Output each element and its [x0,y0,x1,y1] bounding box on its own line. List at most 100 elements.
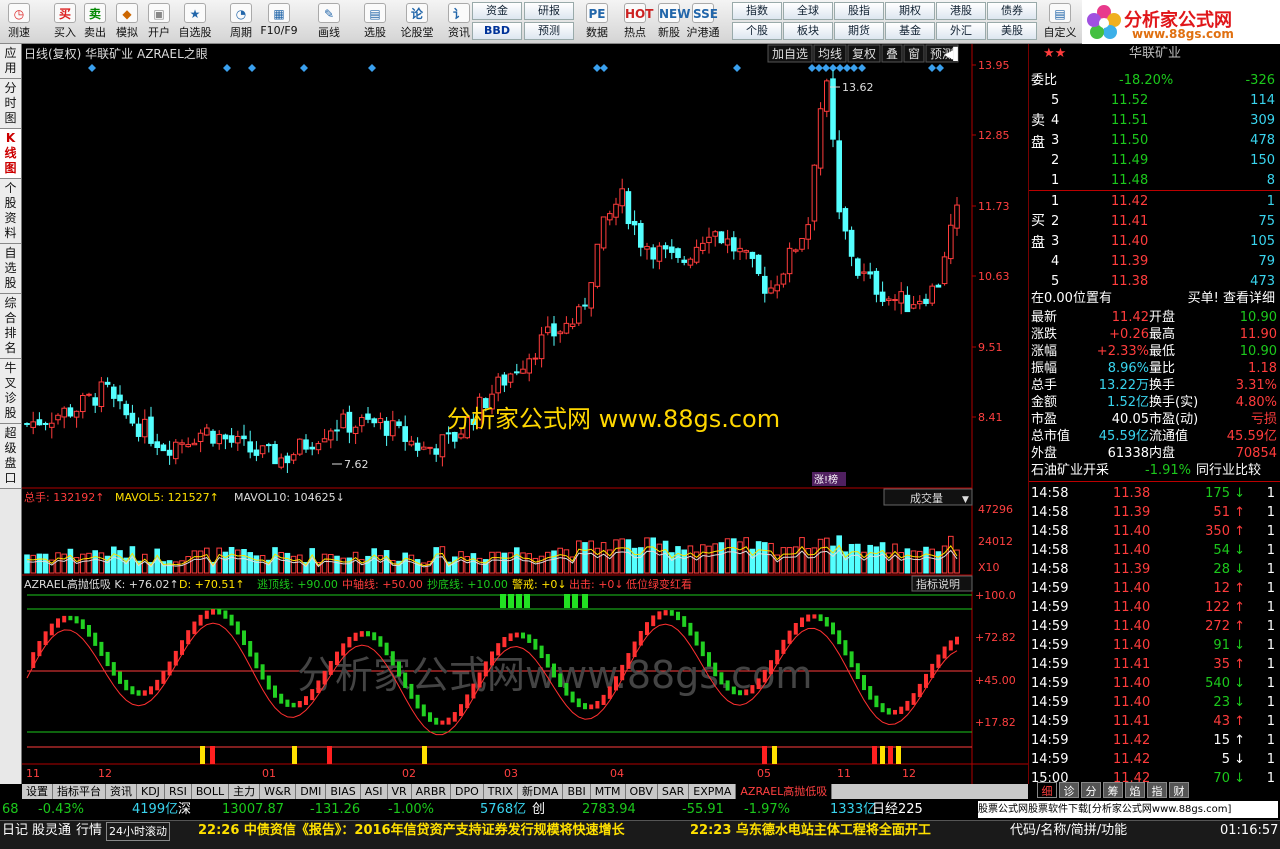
toolbar-grid1-0[interactable]: 资金 [472,2,522,20]
toolbar-button-16[interactable]: ▤ 自定义 [1040,2,1080,42]
left-tab-7[interactable]: 超级盘口 [0,424,21,489]
left-tab-5[interactable]: 综合排名 [0,294,21,359]
toolbar-grid2-5[interactable]: 债券 [987,2,1037,20]
toolbar-grid2-1[interactable]: 全球 [783,2,833,20]
toolbar-grid2-4[interactable]: 港股 [936,2,986,20]
toolbar-icon-2: 卖 [84,3,106,23]
toolbar-grid1-2[interactable]: BBD [472,22,522,40]
news-item-3[interactable]: 24小时滚动 [106,822,170,841]
toolbar-button-5[interactable]: ★ 自选股 [176,2,214,42]
indicator-tab-10[interactable]: ASI [361,784,388,799]
quote-tab-2[interactable]: 分 [1081,782,1101,798]
quote-tab-3[interactable]: 筹 [1103,782,1123,798]
toolbar-grid2-6[interactable]: 个股 [732,22,782,40]
indicator-tab-19[interactable]: SAR [658,784,690,799]
indicator-tab-0[interactable]: 设置 [22,784,53,799]
toolbar-grid1-1[interactable]: 研报 [524,2,574,20]
toolbar-grid1-3[interactable]: 预测 [524,22,574,40]
price-axis-label: 11.73 [978,200,1010,213]
vol-legend-2: MAVOL10: 104625↓ [234,491,345,504]
candle-body [861,271,867,274]
signal-diamond [850,64,858,72]
indicator-tab-17[interactable]: MTM [591,784,626,799]
indicator-tab-2[interactable]: 资讯 [106,784,137,799]
indicator-tab-8[interactable]: DMI [296,784,327,799]
indicator-tab-4[interactable]: RSI [165,784,192,799]
left-tab-1[interactable]: 分时图 [0,79,21,129]
news-item-7[interactable]: 01:16:57 [1220,822,1278,839]
left-tab-6[interactable]: 牛叉诊股 [0,359,21,424]
toolbar-button-10[interactable]: 论论股堂 [398,2,436,42]
position-row: 在0.00位置有 买单! 查看详细 [1029,289,1280,308]
toolbar-button-0[interactable]: ◷ 测速 [0,2,38,42]
left-tab-3[interactable]: 个股资料 [0,179,21,244]
indicator-tab-14[interactable]: TRIX [484,784,518,799]
oscillator-bar [217,609,222,615]
indicator-tab-18[interactable]: OBV [626,784,658,799]
indicator-tab-1[interactable]: 指标平台 [53,784,106,799]
toolbar-grid2-0[interactable]: 指数 [732,2,782,20]
oscillator-bar [682,616,687,627]
toolbar-button-12[interactable]: PE 数据 [578,2,616,42]
indicator-tab-13[interactable]: DPO [451,784,484,799]
oscillator-bar [403,672,408,688]
candle-body [297,438,303,455]
left-tab-0[interactable]: 应用 [0,44,21,79]
indicator-tab-11[interactable]: VR [388,784,412,799]
news-item-5[interactable]: 22:23 乌东德水电站主体工程将全面开工 [690,822,931,839]
toolbar-button-6[interactable]: ◔ 周期 [222,2,260,42]
indicator-tab-9[interactable]: BIAS [326,784,361,799]
news-item-2[interactable]: 行情 [76,822,102,839]
news-item-0[interactable]: 日记 [2,822,28,839]
quote-tab-6[interactable]: 财 [1169,782,1189,798]
cell: 14:59 [1031,733,1069,748]
left-tab-4[interactable]: 自选股 [0,244,21,294]
toolbar-grid2-2[interactable]: 股指 [834,2,884,20]
indicator-tab-15[interactable]: 新DMA [518,784,564,799]
oscillator-bar [136,690,141,696]
cell: 11.40 [1113,619,1151,634]
news-item-4[interactable]: 22:26 中债资信《报告》：2016年信贷资产支持证券发行规模将快速增长 [198,822,625,839]
oscillator-bar [508,633,513,642]
toolbar-grid2-9[interactable]: 基金 [885,22,935,40]
volume-bar [538,555,545,574]
oscillator-bar [688,622,693,636]
volume-bar [941,545,948,574]
quote-tab-4[interactable]: 焰 [1125,782,1145,798]
indicator-tab-7[interactable]: W&R [260,784,297,799]
toolbar-button-4[interactable]: ▣ 开户 [140,2,178,42]
indicator-tab-3[interactable]: KDJ [137,784,165,799]
toolbar-grid2-10[interactable]: 外汇 [936,22,986,40]
cell: 3 [1051,234,1060,249]
toolbar-button-15[interactable]: SSE 沪港通 [684,2,722,42]
volume-bar [92,550,99,574]
toolbar-button-9[interactable]: ▤ 选股 [356,2,394,42]
news-item-6[interactable]: 代码/名称/简拼/功能 [1010,822,1127,839]
toolbar-grid2-3[interactable]: 期权 [885,2,935,20]
indicator-tab-5[interactable]: BOLL [192,784,230,799]
toolbar-grid2-7[interactable]: 板块 [783,22,833,40]
quote-tab-5[interactable]: 指 [1147,782,1167,798]
candle-body [135,423,142,437]
indicator-tab-21[interactable]: AZRAEL高抛低吸 [736,784,833,799]
index-item-14[interactable]: 股票公式网股票软件下载[分析家公式网www.88gs.com] [978,801,1278,818]
news-item-1[interactable]: 股灵通 [32,822,71,839]
toolbar-button-13[interactable]: HOT 热点 [616,2,654,42]
candle-body [768,287,774,294]
indicator-tab-20[interactable]: EXPMA [689,784,737,799]
quote-tab-1[interactable]: 诊 [1059,782,1079,798]
indicator-tab-6[interactable]: 主力 [229,784,261,799]
toolbar-button-8[interactable]: ✎ 画线 [310,2,348,42]
chart-nav-icon[interactable]: ◀▌ [944,46,962,61]
month-label: 11 [837,767,851,780]
left-tab-2[interactable]: K线图 [0,129,21,179]
toolbar-grid2-8[interactable]: 期货 [834,22,884,40]
candle-body [693,246,700,263]
toolbar-button-14[interactable]: NEW 新股 [650,2,690,42]
quote-tab-0[interactable]: 细 [1037,782,1057,798]
toolbar-button-7[interactable]: ▦ F10/F9 [260,2,298,42]
toolbar-grid2-11[interactable]: 美股 [987,22,1037,40]
kline-chart-area[interactable]: 日线(复权) 华联矿业 AZRAEL之眼 加自选 均线 复权叠窗预测 ◀▌ 13.95 12… [22,44,1028,784]
indicator-tab-16[interactable]: BBI [563,784,591,799]
indicator-tab-12[interactable]: ARBR [412,784,452,799]
